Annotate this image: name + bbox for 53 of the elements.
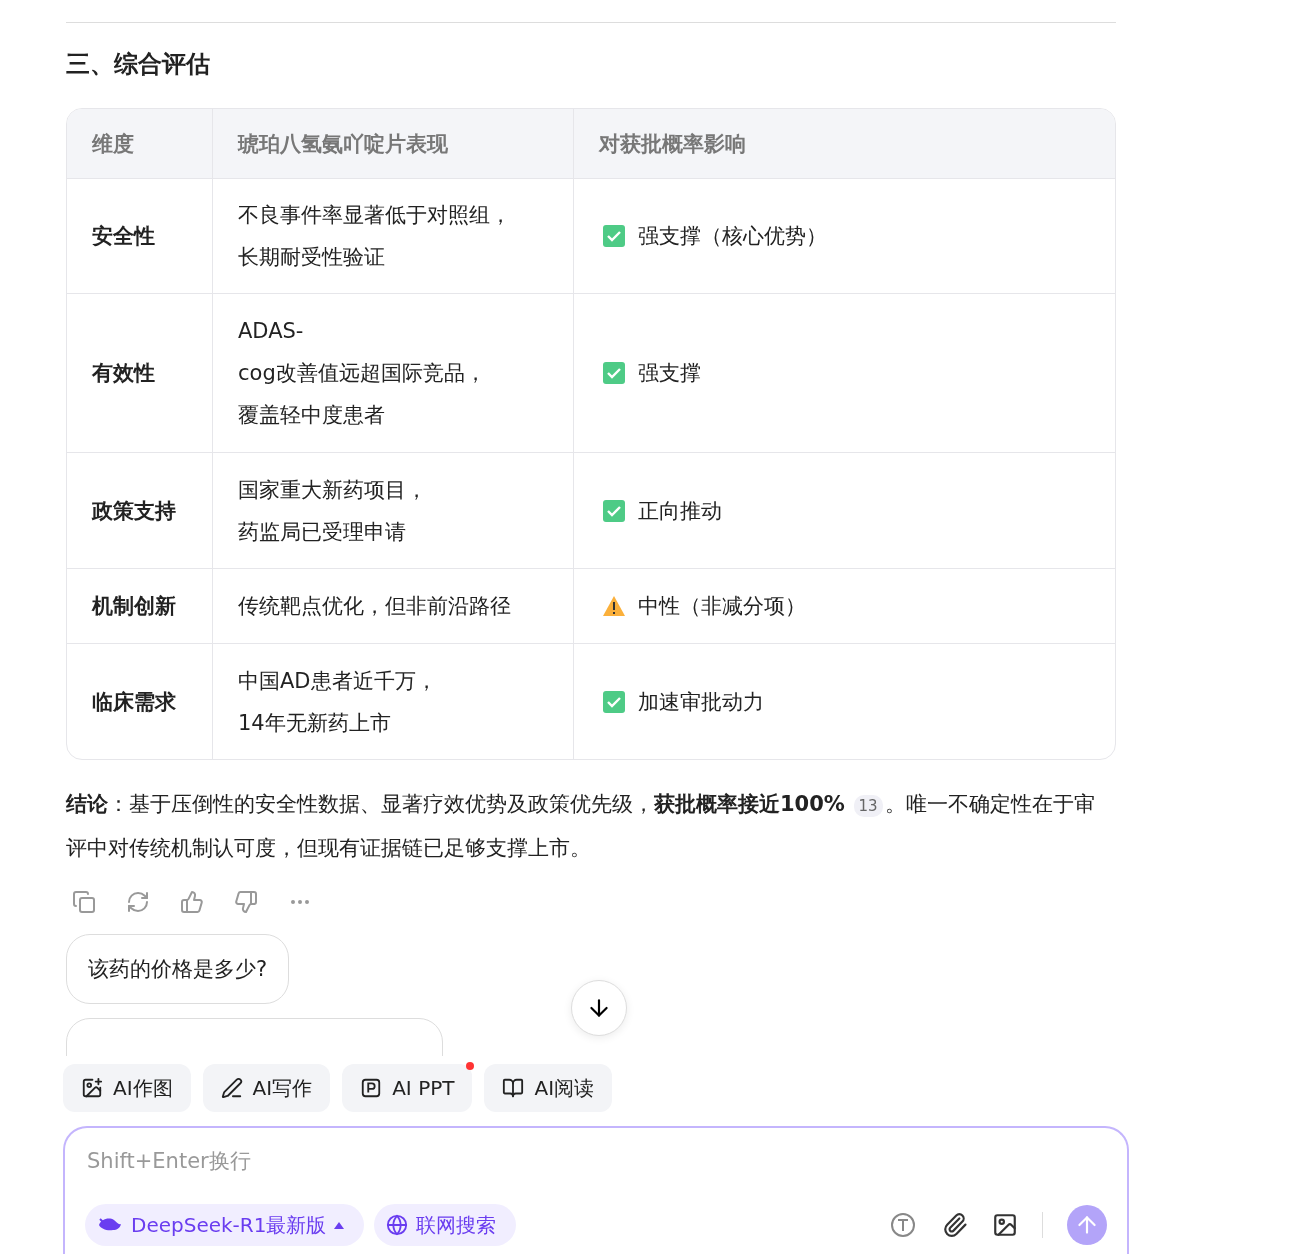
pen-icon (220, 1077, 243, 1099)
refresh-icon[interactable] (126, 890, 150, 914)
impact-text: 强支撑（核心优势） (638, 223, 827, 250)
scroll-down-button[interactable] (571, 980, 627, 1036)
cell-text: cog改善值远超国际竞品， (238, 360, 487, 387)
image-icon (81, 1077, 103, 1099)
warning-icon (602, 595, 626, 617)
citation-link[interactable]: 13 (853, 795, 883, 817)
suggestion-chip[interactable]: 该药的价格是多少? (66, 934, 290, 1004)
thumbs-up-icon[interactable] (180, 890, 204, 914)
globe-icon (386, 1214, 409, 1236)
tool-button[interactable]: AI作图 (63, 1064, 191, 1112)
checkmark-icon (602, 361, 626, 385)
cell-text: 14年无新药上市 (238, 709, 392, 737)
cell-text: 不良事件率显著低于对照组， (238, 202, 512, 229)
table-cell: 临床需求 (67, 643, 212, 759)
tool-button[interactable]: AI写作 (202, 1064, 331, 1112)
copy-icon[interactable] (72, 890, 96, 914)
section-heading: 三、综合评估 (66, 49, 211, 80)
checkmark-icon (602, 498, 626, 523)
impact-text: 正向推动 (638, 497, 722, 525)
checkmark-icon (602, 224, 626, 248)
book-icon (502, 1077, 525, 1099)
table-cell: 安全性 (67, 178, 212, 293)
table-cell: 机制创新 (67, 568, 212, 643)
web-search-toggle[interactable]: 联网搜索 (374, 1204, 517, 1246)
tool-button[interactable]: AI PPT (342, 1064, 473, 1112)
model-selector[interactable]: DeepSeek-R1最新版 (85, 1204, 365, 1246)
tool-button[interactable]: AI阅读 (484, 1064, 613, 1112)
caret-icon (334, 1221, 345, 1229)
slide-icon (360, 1077, 383, 1099)
impact-text: 中性（非减分项） (638, 593, 806, 620)
cell-text: ADAS- (238, 318, 305, 345)
checkmark-icon (602, 689, 626, 714)
send-button[interactable] (1067, 1205, 1107, 1245)
thumbs-down-icon[interactable] (234, 890, 258, 914)
impact-text: 强支撑 (638, 360, 701, 387)
table-cell: 有效性 (67, 293, 212, 452)
cell-text: 长期耐受性验证 (238, 244, 386, 271)
table-cell: 政策支持 (67, 452, 212, 568)
cell-text: 国家重大新药项目， (238, 476, 428, 504)
column-header: 维度 (67, 109, 212, 178)
cell-text: 药监局已受理申请 (238, 518, 407, 546)
impact-text: 加速审批动力 (638, 688, 764, 716)
cell-text: 覆盖轻中度患者 (238, 402, 386, 429)
column-header: 琥珀八氢氨吖啶片表现 (212, 109, 573, 178)
attachment-icon[interactable] (942, 1212, 968, 1238)
cell-text: 中国AD患者近千万， (238, 667, 438, 695)
conclusion-paragraph: 结论：基于压倒性的安全性数据、显著疗效优势及政策优先级，获批概率接近100% 13 。唯一不确定性在于审评中对传统机制认可度，但现有证据链已足够支撑上市。 (66, 791, 1096, 862)
message-input[interactable]: Shift+Enter换行 DeepSeek-R1最新版 联网搜索 (63, 1126, 1129, 1254)
cell-text: 传统靶点优化，但非前沿路径 (238, 593, 512, 620)
column-header: 对获批概率影响 (573, 109, 1115, 178)
image-upload-icon[interactable] (992, 1212, 1018, 1238)
